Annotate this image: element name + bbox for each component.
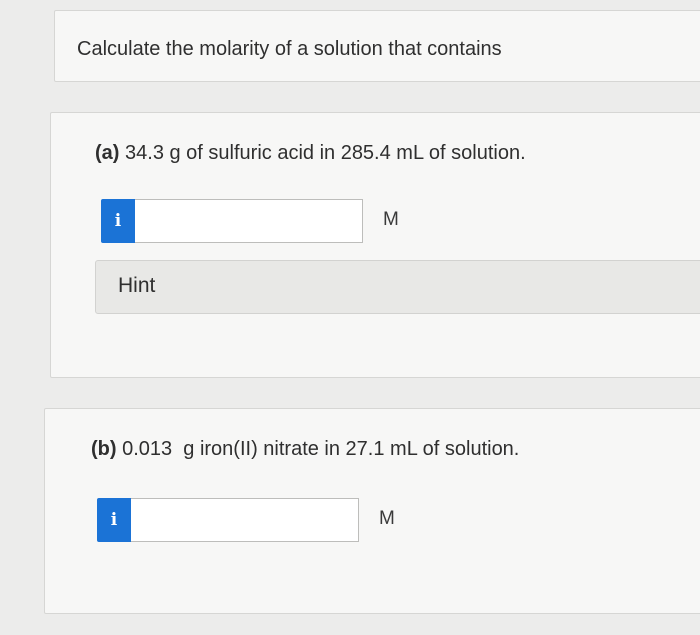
part-b-card: (b) 0.013 g iron(II) nitrate in 27.1 mL … [44,408,700,614]
hint-label: Hint [118,274,156,297]
part-b-unit: M [379,508,395,529]
part-a-unit: M [383,209,399,230]
part-b-answer-row: i M [97,498,397,542]
part-a-answer-input[interactable] [135,199,363,243]
info-icon[interactable]: i [97,498,131,542]
part-a-answer-row: i M [101,199,401,243]
question-prompt-card: Calculate the molarity of a solution tha… [54,10,700,82]
part-a-card: (a) 34.3 g of sulfuric acid in 285.4 mL … [50,112,700,378]
part-a-label: (a) [95,142,120,164]
part-b-label: (b) [91,438,117,460]
part-a-question: (a) 34.3 g of sulfuric acid in 285.4 mL … [95,142,526,165]
hint-button[interactable]: Hint [95,260,700,314]
question-prompt: Calculate the molarity of a solution tha… [77,38,502,60]
part-b-text: 0.013 g iron(II) nitrate in 27.1 mL of s… [122,438,520,460]
part-a-text: 34.3 g of sulfuric acid in 285.4 mL of s… [125,142,526,164]
info-icon[interactable]: i [101,199,135,243]
part-b-question: (b) 0.013 g iron(II) nitrate in 27.1 mL … [91,438,519,461]
part-b-answer-input[interactable] [131,498,359,542]
